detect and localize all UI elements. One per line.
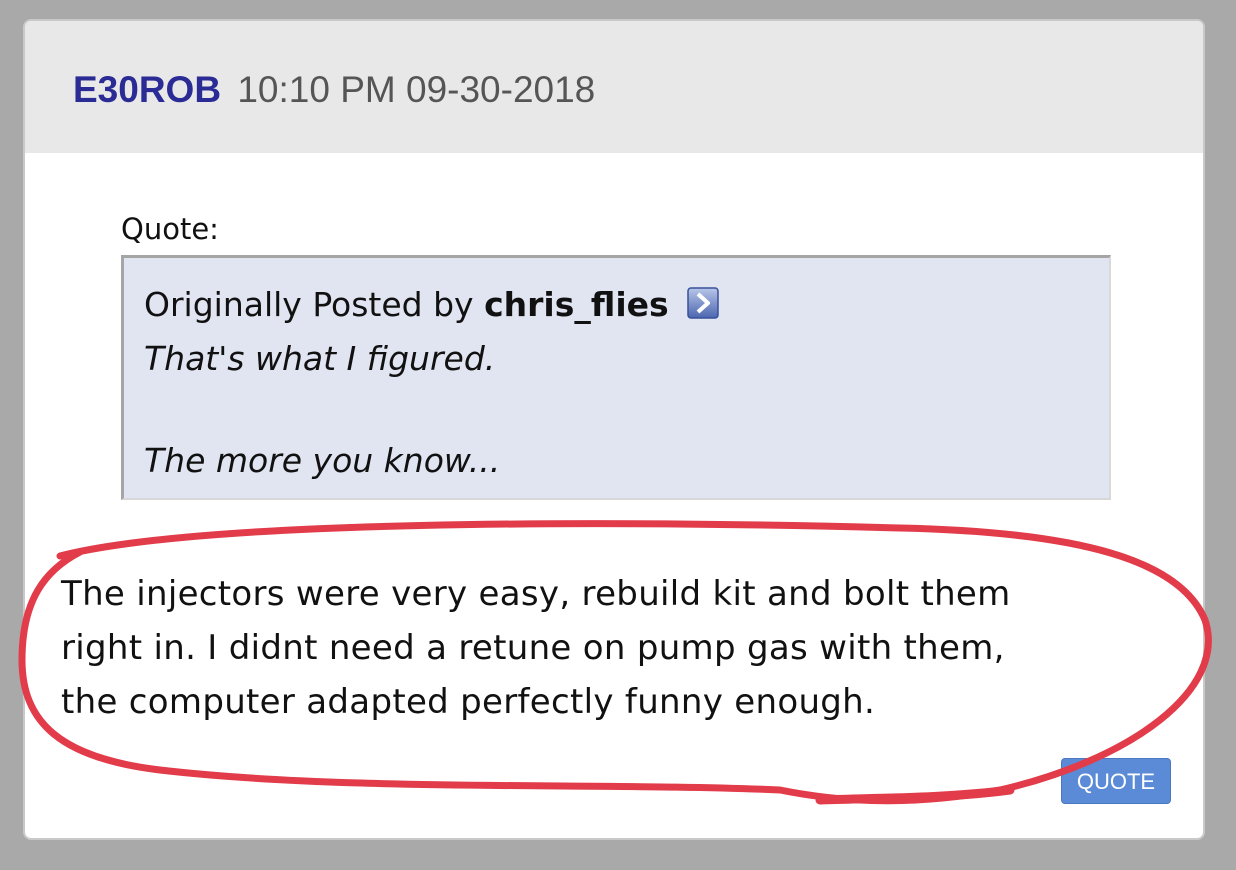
post-body: The injectors were very easy, rebuild ki… [61,567,1171,729]
quote-author: chris_flies [484,285,669,324]
view-post-arrow-icon[interactable] [687,287,719,319]
post-username[interactable]: E30ROB [73,69,221,110]
post-header: E30ROB 10:10 PM 09-30-2018 [25,21,1203,153]
quote-box: Originally Posted by chris_flies That's … [121,255,1111,500]
post-timestamp: 10:10 PM 09-30-2018 [237,69,596,110]
post-body-line: The injectors were very easy, rebuild ki… [61,574,1011,614]
quote-button[interactable]: QUOTE [1061,758,1171,804]
post-body-line: the computer adapted perfectly funny eno… [61,682,876,722]
quote-text-line: That's what I figured. [144,339,496,378]
quote-attribution-prefix: Originally Posted by [144,285,474,324]
quote-text-line: The more you know... [144,441,501,480]
quote-attribution: Originally Posted by chris_flies [144,284,719,326]
quote-label: Quote: [121,212,219,246]
post-body-line: right in. I didnt need a retune on pump … [61,628,1005,668]
post-card: E30ROB 10:10 PM 09-30-2018 Quote: Origin… [23,19,1205,840]
post-meta: E30ROB 10:10 PM 09-30-2018 [73,69,595,111]
